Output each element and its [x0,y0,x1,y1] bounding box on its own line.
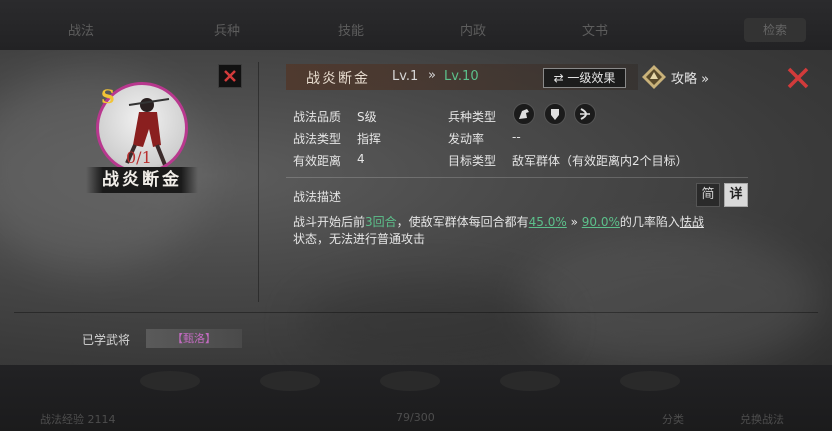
tactic-description: 战斗开始后前3回合，使敌军群体每回合都有45.0% » 90.0%的几率陷入怯战… [293,214,748,248]
simple-mode-button[interactable]: 简 [696,183,720,207]
desc-divider [286,177,748,178]
description-label: 战法描述 [293,190,342,204]
guide-button[interactable]: 攻略 » [671,68,709,87]
quality-label: 战法品质 [293,110,342,124]
learned-general-tag[interactable]: 【甄洛】 [146,329,242,348]
troop-type-label: 兵种类型 [448,110,497,124]
bg-count: 79/300 [396,411,435,424]
learned-generals-label: 已学武将 [82,333,131,347]
rate-value: -- [512,130,521,144]
desc-arrow: » [566,215,582,229]
range-value: 4 [357,152,365,166]
bg-slot [260,371,320,391]
type-label: 战法类型 [293,132,342,146]
star-count: 0/1 [126,148,152,167]
bg-search: 检索 [744,18,806,42]
bg-tab: 兵种 [214,24,241,39]
bg-slot [500,371,560,391]
type-value: 指挥 [357,132,382,146]
target-value: 敌军群体（有效距离内2个目标） [512,154,688,168]
bg-slot [620,371,680,391]
bg-slot [140,371,200,391]
detail-mode-button[interactable]: 详 [724,183,748,207]
close-panel-button[interactable] [784,64,812,92]
grade-letter: S [101,86,115,108]
panel-divider [14,312,818,313]
shield-icon [544,103,566,125]
close-icon [224,70,236,82]
panel-divider [258,62,259,302]
desc-text: 战斗开始后前 [293,215,366,229]
bg-exchange: 兑换战法 [740,413,784,426]
guide-icon[interactable] [641,64,667,90]
desc-text: 的几率陷入 [619,215,680,229]
close-button[interactable] [218,64,242,88]
target-label: 目标类型 [448,154,497,168]
quality-value: S级 [357,110,377,124]
desc-text: ，使敌军群体每回合都有 [396,215,529,229]
desc-text: 状态，无法进行普通攻击 [293,232,426,246]
close-icon [787,67,809,89]
desc-status-link[interactable]: 怯战 [680,215,704,229]
bg-slot [380,371,440,391]
desc-rate-min: 45.0% [528,215,567,229]
bg-tab: 战法 [68,24,95,39]
background-tab-bar: 战法 兵种 技能 内政 文书 检索 [0,0,832,50]
range-label: 有效距离 [293,154,342,168]
bg-exp: 战法经验 2114 [40,413,116,426]
level-max: Lv.10 [444,69,479,84]
desc-turns: 3回合 [365,215,397,229]
cavalry-icon [513,103,535,125]
background-footer: 战法经验 2114 79/300 分类 兑换战法 [0,365,832,431]
bg-sort: 分类 [662,413,684,426]
level-arrow: » [428,68,436,83]
bow-icon [574,103,596,125]
rate-label: 发动率 [448,132,485,146]
tactic-name-plate: 战炎断金 [86,167,198,193]
bg-tab: 文书 [582,24,609,39]
bg-tab: 内政 [460,24,487,39]
tactic-detail-panel: S 0/1 战炎断金 战炎断金 Lv.1 » Lv.10 ⇄ 一级效果 攻略 »… [0,50,832,365]
desc-rate-max: 90.0% [581,215,620,229]
bg-tab: 技能 [338,24,365,39]
level-effect-button[interactable]: ⇄ 一级效果 [543,68,626,88]
level-current: Lv.1 [392,69,419,84]
tactic-title: 战炎断金 [306,71,370,87]
